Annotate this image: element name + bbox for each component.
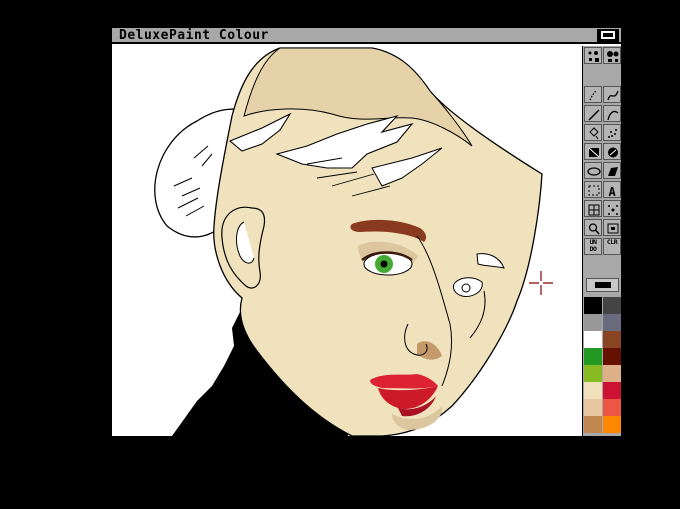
palette-swatch[interactable]	[584, 297, 602, 314]
palette-swatch[interactable]	[584, 314, 602, 331]
current-color-indicator[interactable]	[586, 278, 619, 292]
circle-icon	[608, 147, 618, 158]
window-title: DeluxePaint Colour	[119, 28, 269, 43]
line-icon	[588, 109, 600, 121]
symmetry-tool[interactable]	[603, 200, 621, 217]
airbrush-tool[interactable]	[603, 124, 621, 141]
pupil	[380, 260, 388, 268]
fill-tool[interactable]	[584, 124, 602, 141]
airbrush-icon	[608, 129, 617, 138]
palette-swatch[interactable]	[584, 365, 602, 382]
palette-swatch[interactable]	[603, 399, 621, 416]
title-bar[interactable]: DeluxePaint Colour	[112, 28, 621, 44]
polygon-icon	[608, 167, 618, 176]
palette-swatch[interactable]	[603, 331, 621, 348]
polygon-tool[interactable]	[603, 162, 621, 179]
palette-swatch[interactable]	[603, 297, 621, 314]
screen-depth-gadget[interactable]	[597, 29, 619, 42]
palette-swatch[interactable]	[603, 348, 621, 365]
second-eye-iris	[461, 283, 471, 293]
text-icon: A	[609, 185, 617, 198]
brush-dots-icon	[588, 51, 599, 62]
brush-sizes-tool[interactable]	[603, 47, 621, 64]
fill-icon	[589, 127, 599, 140]
grid-icon	[588, 204, 600, 216]
brush-dots-tool[interactable]	[584, 47, 602, 64]
grid-tool[interactable]	[584, 200, 602, 217]
continuous-freehand-tool[interactable]	[603, 86, 621, 103]
palette-swatch[interactable]	[603, 314, 621, 331]
symmetry-icon	[608, 205, 618, 215]
palette-swatch[interactable]	[603, 382, 621, 399]
portrait-artwork	[154, 47, 553, 436]
line-tool[interactable]	[584, 105, 602, 122]
rectangle-tool[interactable]	[584, 143, 602, 160]
palette-swatch[interactable]	[584, 399, 602, 416]
dotted-freehand-tool[interactable]	[584, 86, 602, 103]
brush-select-icon	[588, 185, 600, 196]
palette-swatch[interactable]	[603, 365, 621, 382]
brush-select-tool[interactable]	[584, 181, 602, 198]
palette-swatch[interactable]	[584, 382, 602, 399]
svg-text:A: A	[609, 185, 617, 198]
curve-icon	[607, 110, 619, 121]
palette-swatch[interactable]	[584, 348, 602, 365]
ellipse-tool[interactable]	[584, 162, 602, 179]
magnify-icon	[588, 223, 600, 235]
clear-button[interactable]: CLR	[603, 238, 621, 255]
deluxepaint-screen: DeluxePaint Colour A UN DO CLR	[112, 28, 621, 436]
dotted-freehand-icon	[589, 90, 597, 101]
crosshair-cursor	[529, 271, 553, 295]
toolbox-panel: A UN DO CLR	[582, 46, 621, 436]
drawing-canvas[interactable]	[112, 46, 582, 436]
circle-tool[interactable]	[603, 143, 621, 160]
palette-swatch[interactable]	[603, 416, 621, 433]
curve-tool[interactable]	[603, 105, 621, 122]
clear-icon: CLR	[606, 239, 618, 246]
continuous-freehand-icon	[607, 90, 619, 101]
ellipse-icon	[587, 167, 601, 176]
undo-icon: UN DO	[589, 239, 597, 253]
palette-swatch[interactable]	[584, 331, 602, 348]
zoom-tool[interactable]	[603, 219, 621, 236]
zoom-icon	[607, 223, 619, 234]
text-tool[interactable]: A	[603, 181, 621, 198]
palette-swatch[interactable]	[584, 416, 602, 433]
magnify-tool[interactable]	[584, 219, 602, 236]
undo-button[interactable]: UN DO	[584, 238, 602, 255]
brush-sizes-icon	[607, 51, 619, 62]
rectangle-icon	[588, 147, 600, 158]
